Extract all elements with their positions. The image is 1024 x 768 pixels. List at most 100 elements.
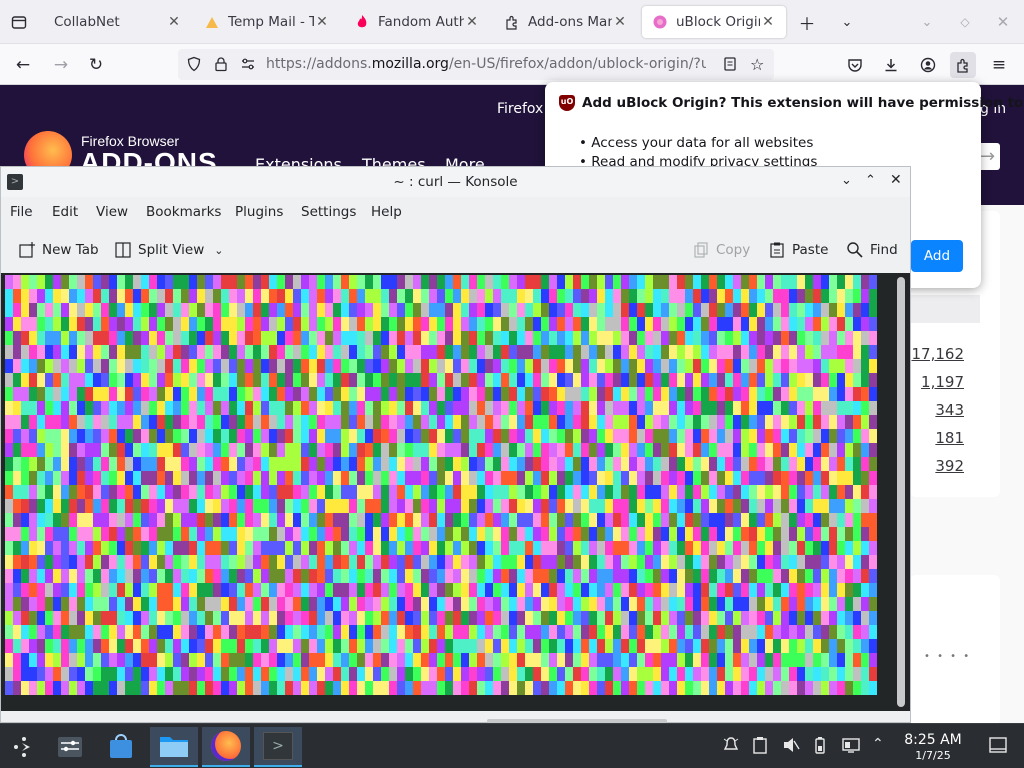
network-icon[interactable]: [842, 736, 860, 758]
close-tab-icon[interactable]: ✕: [314, 14, 330, 30]
terminal-color-noise: [5, 275, 877, 695]
add-extension-button[interactable]: Add: [911, 240, 963, 272]
firefox-addons-icon: [652, 14, 668, 30]
url-path: /en-US/firefox/addon/ublock-origin/?utm: [448, 56, 706, 72]
ratings-divider: [910, 295, 980, 323]
copy-button[interactable]: Copy: [692, 241, 750, 259]
tracking-shield-icon[interactable]: [186, 56, 202, 76]
lock-icon[interactable]: [213, 56, 229, 76]
terminal-output[interactable]: [1, 273, 910, 711]
chevron-up-icon[interactable]: ⌃: [872, 736, 884, 752]
file-manager-icon[interactable]: [150, 727, 198, 767]
clipboard-icon[interactable]: [752, 736, 768, 758]
permission-item-text: Access your data for all websites: [591, 135, 814, 151]
permission-item: • Access your data for all websites: [579, 135, 814, 151]
konsole-taskbar-icon[interactable]: >: [254, 727, 302, 767]
menu-file[interactable]: File: [10, 204, 33, 220]
url-text[interactable]: https://addons.mozilla.org/en-US/firefox…: [266, 56, 706, 72]
system-settings-icon[interactable]: [46, 727, 94, 767]
close-window-icon[interactable]: ✕: [990, 9, 1016, 35]
search-icon: [847, 242, 863, 258]
tab-label: uBlock Origin: [676, 14, 760, 30]
reader-view-icon[interactable]: [722, 56, 738, 76]
paste-button[interactable]: Paste: [768, 241, 828, 259]
menu-settings[interactable]: Settings: [301, 204, 356, 220]
top-firefox-link[interactable]: Firefox: [497, 101, 543, 117]
new-tab-icon[interactable]: ＋: [794, 9, 820, 35]
menu-help[interactable]: Help: [371, 204, 402, 220]
close-tab-icon[interactable]: ✕: [464, 14, 480, 30]
konsole-window: > ~ : curl — Konsole ⌄ ⌃ ✕ File Edit Vie…: [0, 166, 911, 723]
url-domain: mozilla.org: [371, 56, 449, 72]
extensions-puzzle-icon[interactable]: [950, 52, 976, 78]
menu-edit[interactable]: Edit: [52, 204, 78, 220]
tab-collabnet[interactable]: CollabNet ✕: [44, 6, 192, 38]
fandom-flame-icon: [354, 14, 370, 30]
pocket-icon[interactable]: [842, 52, 868, 78]
tab-label: CollabNet: [54, 14, 120, 30]
split-view-button[interactable]: Split View ⌄: [114, 241, 223, 259]
close-tab-icon[interactable]: ✕: [612, 14, 628, 30]
konsole-app-icon[interactable]: >: [7, 174, 23, 190]
chevron-down-icon[interactable]: ⌄: [214, 244, 223, 257]
permissions-icon[interactable]: [240, 56, 256, 76]
close-tab-icon[interactable]: ✕: [166, 14, 182, 30]
clock-time[interactable]: 8:25 AM: [896, 732, 970, 748]
tab-overview-icon[interactable]: [6, 9, 32, 35]
url-prefix: https://addons.: [266, 56, 372, 72]
vertical-scrollbar[interactable]: [897, 277, 905, 707]
dots-decoration: • • • •: [924, 651, 972, 662]
tab-temp-mail[interactable]: Temp Mail - Te ✕: [194, 6, 340, 38]
notifications-icon[interactable]: [722, 736, 740, 758]
tab-ublock-origin[interactable]: uBlock Origin ✕: [642, 6, 786, 38]
tab-label: Temp Mail - Te: [228, 14, 314, 30]
konsole-menubar: File Edit View Bookmarks Plugins Setting…: [1, 197, 910, 227]
browser-navigation-bar: ← → ↻ https://addons.mozilla.org/en-US/f…: [0, 44, 1024, 85]
list-all-tabs-icon[interactable]: ⌄: [834, 9, 860, 35]
battery-icon[interactable]: [814, 736, 826, 758]
volume-muted-icon[interactable]: [782, 736, 800, 758]
paste-label: Paste: [792, 242, 829, 258]
minimize-window-icon[interactable]: ⌄: [914, 9, 940, 35]
application-launcher-icon[interactable]: [0, 727, 48, 767]
bookmark-star-icon[interactable]: ☆: [750, 55, 764, 74]
forward-arrow-icon[interactable]: →: [48, 52, 74, 78]
copy-label: Copy: [716, 242, 751, 258]
hamburger-menu-icon[interactable]: ≡: [986, 52, 1012, 78]
maximize-window-icon[interactable]: ◇: [952, 9, 978, 35]
browser-tab-strip: CollabNet ✕ Temp Mail - Te ✕ Fandom Auth…: [0, 0, 1024, 44]
find-button[interactable]: Find: [846, 241, 898, 259]
tab-label: Add-ons Mana: [528, 14, 612, 30]
url-bar[interactable]: https://addons.mozilla.org/en-US/firefox…: [178, 49, 774, 80]
tab-fandom-auth[interactable]: Fandom Auth ✕: [344, 6, 490, 38]
discover-store-icon[interactable]: [97, 727, 145, 767]
account-icon[interactable]: [915, 52, 941, 78]
copy-icon: [694, 242, 708, 258]
firefox-taskbar-icon[interactable]: [202, 727, 250, 767]
puzzle-piece-icon: [504, 14, 520, 30]
split-view-label: Split View: [138, 242, 205, 258]
konsole-toolbar: New Tab Split View ⌄ Copy Paste Find: [1, 231, 910, 269]
menu-view[interactable]: View: [96, 204, 128, 220]
paste-icon: [770, 242, 784, 258]
show-desktop-icon[interactable]: [989, 736, 1007, 758]
close-tab-icon[interactable]: ✕: [760, 14, 776, 30]
permission-title: Add uBlock Origin? This extension will h…: [582, 95, 1024, 111]
konsole-titlebar[interactable]: > ~ : curl — Konsole ⌄ ⌃ ✕: [1, 167, 910, 197]
tab-label: Fandom Auth: [378, 14, 464, 30]
minimize-icon[interactable]: ⌄: [841, 173, 852, 188]
reload-icon[interactable]: ↻: [83, 52, 109, 78]
tab-addons-manager[interactable]: Add-ons Mana ✕: [494, 6, 638, 38]
close-icon[interactable]: ✕: [890, 172, 902, 188]
downloads-icon[interactable]: [878, 52, 904, 78]
maximize-icon[interactable]: ⌃: [865, 173, 876, 188]
taskbar: > ⌃ 8:25 AM 1/7/25: [0, 723, 1024, 768]
back-arrow-icon[interactable]: ←: [10, 52, 36, 78]
new-tab-label: New Tab: [42, 242, 99, 258]
new-tab-button[interactable]: New Tab: [18, 241, 99, 259]
menu-bookmarks[interactable]: Bookmarks: [146, 204, 221, 220]
clock-date[interactable]: 1/7/25: [896, 749, 970, 762]
menu-plugins[interactable]: Plugins: [235, 204, 283, 220]
ublock-origin-icon: uO: [559, 95, 575, 111]
find-label: Find: [870, 242, 898, 258]
